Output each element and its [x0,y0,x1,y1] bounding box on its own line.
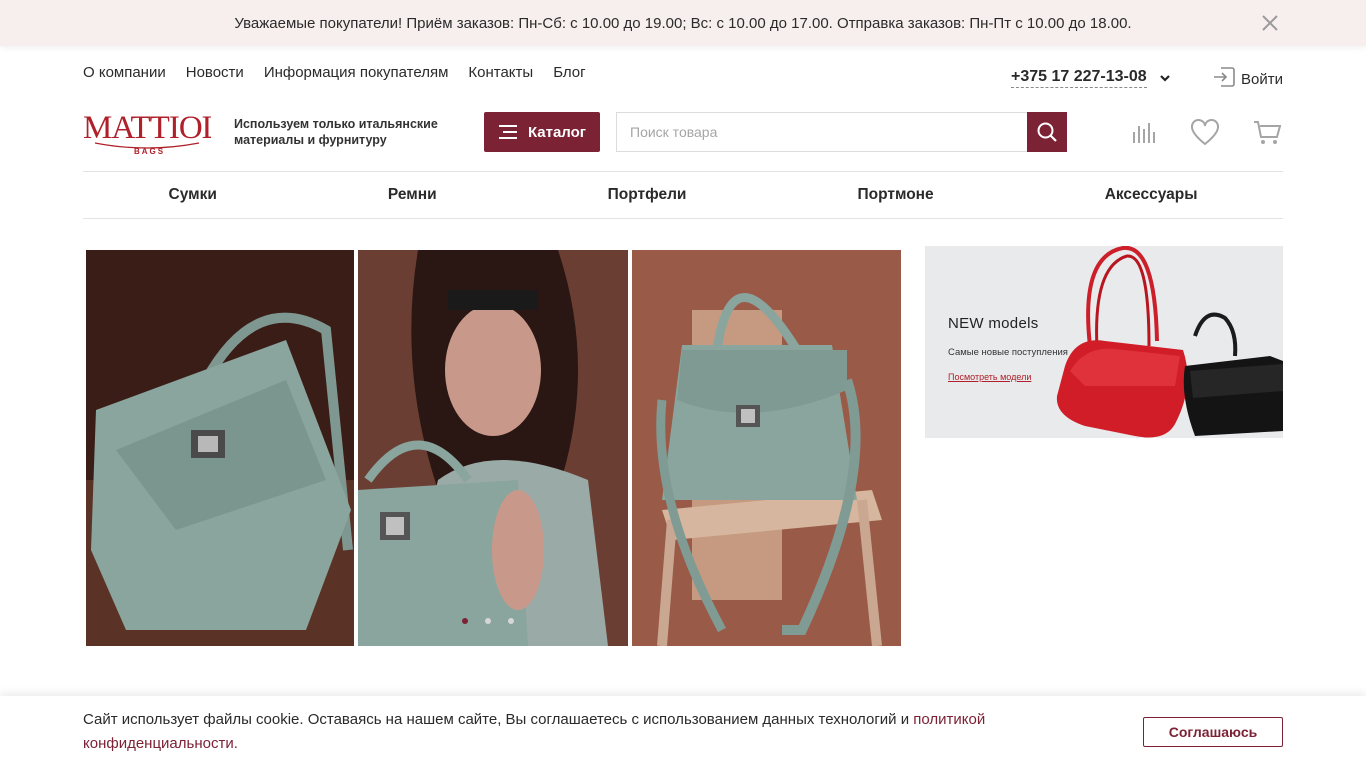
top-nav-item-blog[interactable]: Блог [553,64,585,82]
top-nav-item-contacts[interactable]: Контакты [468,64,533,82]
slider-dot-2[interactable] [485,618,491,624]
promo-banner[interactable]: NEW models Самые новые поступления Посмо… [925,246,1283,438]
cookie-text-block: Сайт использует файлы cookie. Оставаясь … [83,708,1003,756]
cookie-text: Сайт использует файлы cookie. Оставаясь … [83,711,914,728]
category-wallets[interactable]: Портмоне [857,186,933,204]
slide-image-bag-on-chair [632,250,901,646]
search-button[interactable] [1027,112,1067,152]
login-link[interactable]: Войти [1211,64,1283,94]
notice-text: Уважаемые покупатели! Приём заказов: Пн-… [234,14,1132,32]
top-nav-item-customer-info[interactable]: Информация покупателям [264,64,449,82]
hero-slider[interactable] [86,250,901,646]
category-menu: Сумки Ремни Портфели Портмоне Аксессуары [83,171,1283,219]
logo-subtitle: BAGS [134,147,165,155]
slide-image-model-with-bag [358,250,628,646]
cookie-agree-button[interactable]: Соглашаюсь [1143,717,1283,747]
slider-dot-1[interactable] [462,618,468,624]
promo-banner-link[interactable]: Посмотреть модели [948,372,1031,382]
cart-icon[interactable] [1252,118,1282,148]
cookie-bar: Сайт использует файлы cookie. Оставаясь … [0,696,1366,768]
login-icon [1211,64,1237,94]
slide-image-bag-closeup [86,250,354,646]
logo-wordmark: MATTIOLI [83,110,211,146]
compare-icon[interactable] [1129,118,1159,148]
header: MATTIOLI BAGS Используем только итальянс… [83,106,1283,156]
category-bags[interactable]: Сумки [169,186,217,204]
slider-dot-3[interactable] [508,618,514,624]
catalog-button[interactable]: Каталог [484,112,600,152]
promo-banner-image [1056,246,1283,438]
upper-nav-row: О компании Новости Информация покупателя… [83,64,1283,88]
top-nav-item-news[interactable]: Новости [186,64,244,82]
search-box [616,112,1067,152]
phone-number[interactable]: +375 17 227-13-08 [1011,68,1147,88]
top-nav-item-about[interactable]: О компании [83,64,166,82]
category-belts[interactable]: Ремни [388,186,437,204]
promo-banner-title: NEW models [948,315,1039,332]
category-briefcases[interactable]: Портфели [608,186,687,204]
logo[interactable]: MATTIOLI BAGS [83,107,232,156]
slider-dots [462,618,514,624]
search-icon [1037,122,1057,142]
tagline: Используем только итальянские материалы … [234,117,438,147]
heart-icon[interactable] [1190,118,1220,148]
menu-icon [498,125,517,139]
login-label: Войти [1241,70,1283,88]
catalog-button-label: Каталог [527,123,587,141]
chevron-down-icon[interactable] [1159,71,1171,83]
category-accessories[interactable]: Аксессуары [1105,186,1198,204]
close-icon[interactable] [1260,13,1280,33]
notice-bar: Уважаемые покупатели! Приём заказов: Пн-… [0,0,1366,46]
search-input[interactable] [617,113,1067,151]
